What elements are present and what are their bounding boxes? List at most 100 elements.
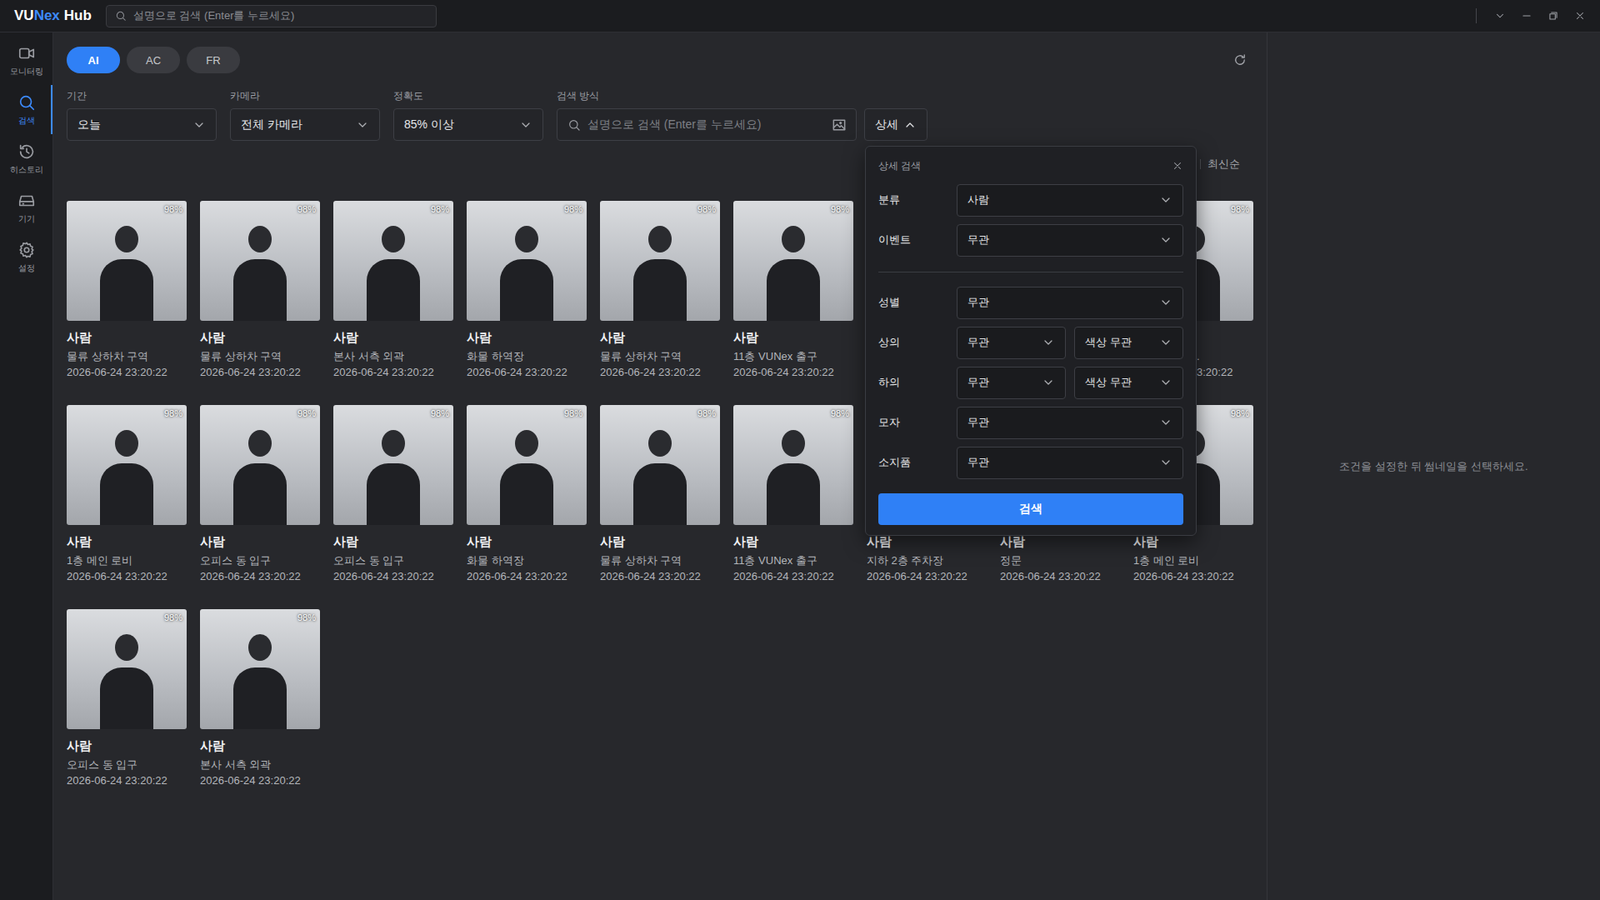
dropdown-button[interactable] [1486,2,1514,30]
search-icon [17,93,36,112]
thumbnail[interactable]: 98% [466,405,587,525]
search-input[interactable]: 설명으로 검색 (Enter를 누르세요) [556,108,857,141]
storage-icon [17,191,36,210]
preview-panel: 조건을 설정한 뒤 썸네일을 선택하세요. [1266,32,1600,900]
thumbnail[interactable]: 98% [200,609,320,730]
score-badge: 98% [564,408,583,419]
score-badge: 98% [430,204,450,215]
score-badge: 98% [297,612,316,623]
thumbnail[interactable]: 98% [600,405,720,525]
tab[interactable]: AI [66,46,120,74]
dropdown[interactable]: 색상 무관 [1074,326,1184,360]
thumbnail[interactable]: 98% [200,200,320,321]
close-button[interactable] [1171,160,1184,172]
result-card[interactable]: 98%사람11층 VUNex 출구2026-06-24 23:20:22 [733,200,854,380]
minimize-button[interactable] [1513,2,1540,30]
score-badge: 98% [830,204,850,215]
chevron-icon [903,118,917,132]
filter-row: 이벤트무관 [878,223,1184,257]
chevron-down-icon [1159,455,1173,470]
chevron-down-icon [1041,335,1055,350]
dropdown[interactable]: 무관 [956,406,1184,440]
app-window: VUNexHub설명으로 검색 (Enter를 누르세요)모니터링검색히스토리기… [0,0,1600,900]
chevron-down-icon [1159,335,1173,350]
tab[interactable]: FR [186,46,240,74]
thumbnail[interactable]: 98% [733,200,854,321]
thumbnail[interactable]: 98% [600,200,720,321]
chevron-down-icon [192,118,206,132]
thumbnail[interactable]: 98% [66,200,187,321]
chevron-down-icon [355,118,370,132]
divider [878,271,1184,273]
dropdown[interactable]: 오늘 [66,108,217,141]
result-card[interactable]: 98%사람물류 상하차 구역2026-06-24 23:20:22 [600,200,720,380]
result-card[interactable]: 98%사람화물 하역장2026-06-24 23:20:22 [466,405,587,585]
dropdown[interactable]: 사람 [956,184,1184,217]
filter-row: 모자무관 [878,405,1184,440]
dropdown[interactable]: 무관 [956,366,1066,400]
thumbnail[interactable]: 98% [333,405,454,525]
filter-row: 분류사람 [878,183,1184,217]
refresh-button[interactable] [1226,46,1254,74]
filter: 카메라전체 카메라 [230,90,380,141]
dropdown[interactable]: 85% 이상 [393,108,544,141]
thumbnail[interactable]: 98% [200,405,320,525]
score-badge: 98% [164,204,183,215]
thumbnail[interactable]: 98% [66,609,187,730]
chevron-down-icon [1159,233,1173,247]
detail-button[interactable]: 상세 [864,108,928,141]
close-button[interactable] [1566,2,1594,30]
dropdown[interactable]: 전체 카메라 [230,108,380,141]
result-card[interactable]: 98%사람본사 서측 외곽2026-06-24 23:20:22 [333,200,454,380]
detail-search-popup: 상세 검색분류사람이벤트무관성별무관상의무관색상 무관하의무관색상 무관모자무관… [865,145,1197,536]
score-badge: 98% [1230,204,1250,215]
dropdown[interactable]: 무관 [956,224,1184,257]
result-card[interactable]: 98%사람오피스 동 입구2026-06-24 23:20:22 [333,405,454,585]
filter-bar: 기간오늘카메라전체 카메라정확도85% 이상검색 방식설명으로 검색 (Ente… [66,90,1254,141]
sidebar-item[interactable]: 검색 [0,85,53,135]
restore-button[interactable] [1540,2,1567,30]
restore-icon [1547,10,1560,22]
search-button[interactable]: 검색 [878,493,1184,525]
result-card[interactable]: 98%사람오피스 동 입구2026-06-24 23:20:22 [66,609,187,789]
sidebar-item[interactable]: 기기 [0,183,53,233]
result-card[interactable]: 98%사람본사 서측 외곽2026-06-24 23:20:22 [200,609,320,789]
tab[interactable]: AC [126,46,180,74]
tab-bar: AIACFR [66,46,240,74]
dropdown[interactable]: 무관 [956,326,1066,360]
thumbnail[interactable]: 98% [66,405,187,525]
result-card[interactable]: 98%사람1층 메인 로비2026-06-24 23:20:22 [66,405,187,585]
filter: 정확도85% 이상 [393,90,544,141]
thumbnail[interactable]: 98% [733,405,854,525]
chevron-down-icon [1041,375,1055,390]
chevron-down-icon [1159,415,1173,430]
result-card[interactable]: 98%사람화물 하역장2026-06-24 23:20:22 [466,200,587,380]
sidebar: 모니터링검색히스토리기기설정 [0,32,54,900]
score-badge: 98% [830,408,850,419]
score-badge: 98% [297,204,316,215]
score-badge: 98% [164,408,183,419]
dropdown[interactable]: 무관 [956,446,1184,480]
result-card[interactable]: 98%사람물류 상하차 구역2026-06-24 23:20:22 [200,200,320,380]
result-card[interactable]: 98%사람물류 상하차 구역2026-06-24 23:20:22 [66,200,187,380]
dropdown[interactable]: 무관 [956,286,1184,320]
search-icon [567,118,581,132]
sidebar-item[interactable]: 설정 [0,232,53,282]
score-badge: 98% [564,204,583,215]
result-card[interactable]: 98%사람11층 VUNex 출구2026-06-24 23:20:22 [733,405,854,585]
global-search[interactable]: 설명으로 검색 (Enter를 누르세요) [105,5,437,28]
sort-option[interactable]: 최신순 [1207,156,1240,172]
image-search-icon[interactable] [830,116,848,134]
filter-row: 성별무관 [878,285,1184,320]
thumbnail[interactable]: 98% [466,200,587,321]
thumbnail[interactable]: 98% [333,200,454,321]
chevron-down-icon [1159,375,1173,390]
filter: 기간오늘 [66,90,217,141]
score-badge: 98% [164,612,183,623]
sidebar-item[interactable]: 모니터링 [0,35,53,85]
result-card[interactable]: 98%사람오피스 동 입구2026-06-24 23:20:22 [200,405,320,585]
result-card[interactable]: 98%사람물류 상하차 구역2026-06-24 23:20:22 [600,405,720,585]
history-icon [17,142,36,161]
sidebar-item[interactable]: 히스토리 [0,134,53,184]
dropdown[interactable]: 색상 무관 [1074,366,1184,400]
